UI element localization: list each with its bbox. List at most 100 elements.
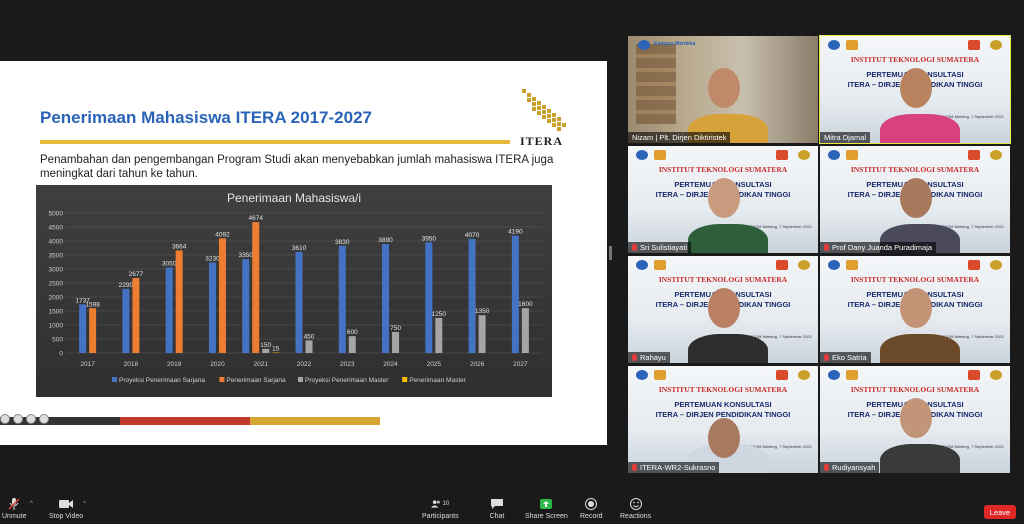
annotation-tools[interactable] [0,413,49,425]
slide-footer-bar [0,417,607,425]
kampus-merdeka-logo-icon [654,370,666,380]
video-tile[interactable]: INSTITUT TEKNOLOGI SUMATERA PERTEMUAN KON… [820,146,1010,253]
video-tile[interactable]: INSTITUT TEKNOLOGI SUMATERA PERTEMUAN KON… [819,35,1011,144]
bar [122,288,130,353]
bar [468,239,476,353]
vb-heading: INSTITUT TEKNOLOGI SUMATERA [850,165,980,174]
chat-bubble-icon [488,497,506,511]
data-label: 4674 [248,215,263,222]
participants-count: 10 [442,501,450,507]
reactions-button[interactable]: Reactions [620,497,651,520]
dies-natalis-logo-icon [968,370,980,380]
stamp-tool-icon[interactable] [39,414,49,424]
data-label: 1250 [432,311,447,318]
video-tile[interactable]: INSTITUT TEKNOLOGI SUMATERA PERTEMUAN KON… [628,366,818,473]
title-underline [40,140,510,144]
bar [218,238,226,353]
participant-name: Rudiyansyah [820,462,880,473]
participant-body [688,334,768,363]
bar [252,222,260,353]
legend-swatch [298,377,303,382]
bar [392,332,400,353]
participant-body [880,444,960,473]
legend-swatch [112,377,117,382]
participants-button[interactable]: 10 Participants [422,497,459,520]
bar [305,340,313,353]
share-screen-button[interactable]: Share Screen [525,497,568,520]
split-view-handle[interactable] [609,246,612,260]
microphone-muted-icon [5,497,23,511]
participant-head [708,178,740,218]
bar [338,245,346,353]
participant-name-text: ITERA-WR2-Sukrasno [640,463,716,472]
vb-heading: INSTITUT TEKNOLOGI SUMATERA [850,275,980,284]
data-label: 2290 [119,282,134,289]
video-options-chevron-icon[interactable]: ^ [83,501,86,507]
x-tick-label: 2026 [470,361,485,368]
participant-name: Rahayu [628,352,670,363]
participants-icon: 10 [431,497,449,511]
footer-red-segment [120,417,250,425]
x-tick-label: 2019 [167,361,182,368]
legend-label: Proyeksi Penerimaan Sarjana [119,377,205,384]
bar [295,251,303,353]
participant-name-text: Eko Satria [832,353,867,362]
video-tile[interactable]: INSTITUT TEKNOLOGI SUMATERA PERTEMUAN KON… [628,256,818,363]
bar [165,267,173,353]
legend-swatch [219,377,225,382]
circle-tool-icon[interactable] [26,414,36,424]
kampus-merdeka-logo: Kampus Merdeka [654,41,696,47]
admissions-bar-chart: Penerimaan Mahasiswa/i 0 500 1000 1500 2000 25… [49,191,542,384]
virtual-background-header [628,146,818,164]
y-tick-label: 500 [52,337,63,344]
muted-mic-icon [632,464,637,471]
participant-name-text: Mitra Djamal [824,133,867,142]
data-label: 4092 [215,231,230,238]
y-tick-label: 1000 [49,323,64,330]
bar [435,318,443,353]
data-label: 1600 [518,301,533,308]
reaction-smiley-icon [627,497,645,511]
participant-head [900,68,932,108]
shared-slide: Penerimaan Mahasiswa ITERA 2017-2027 ITE… [0,61,607,445]
dies-natalis-logo-icon [776,150,788,160]
unmute-button[interactable]: Unmute [2,497,27,520]
dies-natalis-logo-icon [968,260,980,270]
tut-wuri-logo-icon [828,260,840,270]
video-tile[interactable]: Kampus Merdeka Nizam | Plt. Dirjen Diktir… [628,36,818,143]
vb-heading: INSTITUT TEKNOLOGI SUMATERA [658,385,788,394]
x-tick-label: 2027 [513,361,528,368]
y-tick-label: 3000 [49,267,64,274]
leave-button[interactable]: Leave [984,505,1016,519]
tut-wuri-logo-icon [636,370,648,380]
stop-video-button[interactable]: Stop Video [49,497,83,520]
arrow-tool-icon[interactable] [0,414,10,424]
audio-options-chevron-icon[interactable]: ^ [30,501,33,507]
record-button[interactable]: Record [580,497,603,520]
participant-name-text: Sri Sulistiayati [640,243,688,252]
participant-head [708,288,740,328]
bookshelf [636,44,676,124]
itera-logo-icon [990,370,1002,380]
video-tile[interactable]: INSTITUT TEKNOLOGI SUMATERA PERTEMUAN KON… [628,146,818,253]
vb-heading: INSTITUT TEKNOLOGI SUMATERA [658,275,788,284]
vb-heading: INSTITUT TEKNOLOGI SUMATERA [850,55,980,64]
chat-button[interactable]: Chat [488,497,506,520]
video-tile[interactable]: INSTITUT TEKNOLOGI SUMATERA PERTEMUAN KON… [820,256,1010,363]
bar [79,304,87,353]
y-tick-label: 1500 [49,309,64,316]
kampus-merdeka-logo-icon [846,260,858,270]
kampus-merdeka-logo-icon [654,260,666,270]
dies-natalis-logo-icon [776,370,788,380]
video-tile[interactable]: INSTITUT TEKNOLOGI SUMATERA PERTEMUAN KON… [820,366,1010,473]
data-label: 3890 [378,237,393,244]
bar [348,336,356,353]
tut-wuri-logo-icon [828,40,840,50]
itera-logo-icon [798,260,810,270]
pen-tool-icon[interactable] [13,414,23,424]
kampus-merdeka-logo-icon [654,150,666,160]
data-label: 750 [390,325,401,332]
virtual-background-header [820,366,1010,384]
legend-label: Penerimaan Sarjana [226,377,286,384]
tut-wuri-logo-icon [828,150,840,160]
